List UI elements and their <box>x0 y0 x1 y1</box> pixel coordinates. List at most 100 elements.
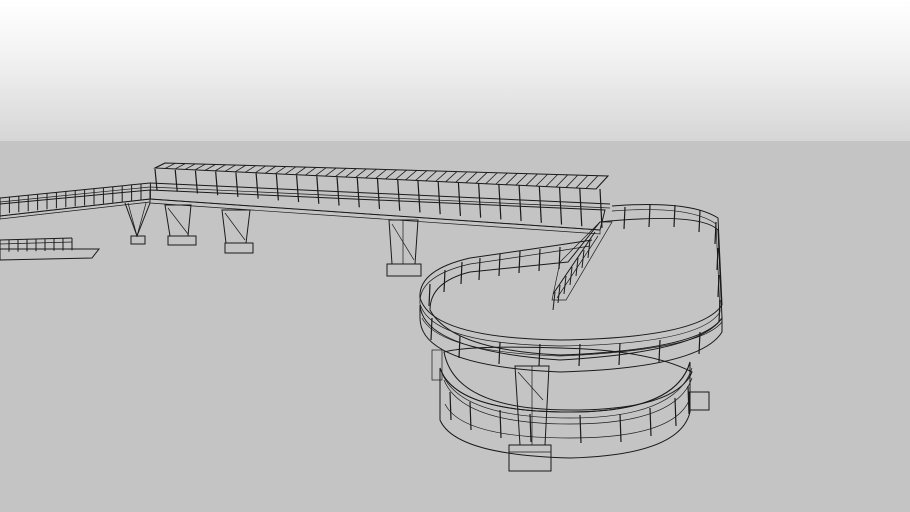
canopy-column <box>295 175 300 203</box>
canopy-slat <box>305 167 317 176</box>
canopy-slat <box>295 166 307 176</box>
canopy-column <box>275 174 279 201</box>
railing-post <box>498 253 501 277</box>
railing-post <box>578 343 581 367</box>
canopy-slat <box>465 171 478 184</box>
canopy-slat <box>194 163 206 171</box>
canopy-slat <box>575 175 589 189</box>
railing-post <box>499 409 502 439</box>
left-railing-posts <box>0 182 151 214</box>
small-left-deck <box>0 237 101 261</box>
canopy-columns <box>154 168 603 229</box>
railing-post <box>430 317 433 341</box>
canopy-column <box>478 183 482 218</box>
canopy-column <box>194 170 199 194</box>
railing-post <box>428 283 431 307</box>
railing-post <box>538 248 541 272</box>
bridge-model <box>0 162 723 472</box>
canopy-column <box>235 172 239 197</box>
railing-post <box>673 204 676 228</box>
railing-post <box>581 249 585 269</box>
canopy-column <box>417 180 421 213</box>
canopy-slat <box>385 169 397 180</box>
railing-post <box>518 250 521 274</box>
piers <box>124 202 422 277</box>
railing-post <box>648 204 651 228</box>
railing-post <box>460 261 463 285</box>
canopy-slat <box>355 168 367 178</box>
canopy-slat <box>244 165 256 173</box>
canopy-slat <box>315 167 327 176</box>
pier-4 <box>386 219 422 277</box>
canopy-column <box>437 181 441 215</box>
canopy-slat <box>184 163 196 170</box>
canopy-column <box>457 182 462 216</box>
railing-post <box>714 221 717 245</box>
canopy-column <box>154 168 158 191</box>
canopy-column <box>579 188 583 227</box>
canopy-slat <box>285 166 297 175</box>
canopy-slat <box>595 175 609 190</box>
canopy-column <box>498 184 502 220</box>
canopy-slat <box>525 173 538 186</box>
railing-post <box>658 339 661 363</box>
railing-post <box>458 335 461 359</box>
canopy-slat <box>204 164 216 171</box>
canopy-slat <box>485 172 498 185</box>
canopy-slat <box>174 163 186 170</box>
railing-post <box>674 397 677 427</box>
pier-2 <box>164 204 197 246</box>
canopy-slat <box>275 166 287 175</box>
canopy-slat <box>555 174 569 188</box>
spiral-ramp <box>419 204 723 472</box>
canopy-slat <box>435 170 448 182</box>
canopy-slat <box>515 173 528 186</box>
railing-post <box>498 341 501 365</box>
railing-post <box>619 413 622 443</box>
canopy-slat <box>395 169 407 180</box>
ramp-railing-posts <box>428 204 721 444</box>
canopy-slat <box>405 170 417 181</box>
canopy-slat <box>455 171 468 183</box>
canopy-slat <box>475 172 488 184</box>
railing-post <box>579 414 582 444</box>
canopy-slat <box>234 165 246 173</box>
canopy-slat <box>505 173 518 185</box>
canopy-slat <box>545 174 558 187</box>
railing-post <box>478 257 481 281</box>
canopy-slat <box>345 168 357 178</box>
railing-post <box>698 209 701 233</box>
canopy-slat <box>445 171 458 183</box>
canopy-slat <box>214 164 226 172</box>
railing-post <box>558 246 561 270</box>
canopy-slat <box>415 170 428 181</box>
canopy-slat <box>325 167 337 177</box>
canopy-slat <box>495 172 508 185</box>
canopy-slats <box>154 162 609 190</box>
pier-1 <box>124 202 151 245</box>
railing-post <box>469 401 472 431</box>
canopy-slat <box>265 165 276 174</box>
canopy-slat <box>154 162 166 169</box>
railing-post <box>529 413 532 443</box>
canopy-slat <box>335 168 347 177</box>
railing-post <box>718 299 721 323</box>
canopy-slat <box>565 174 579 188</box>
model-viewport[interactable] <box>0 0 910 512</box>
left-walkway <box>0 182 151 220</box>
pier-3 <box>221 209 254 254</box>
canopy-slat <box>224 164 236 172</box>
railing-post <box>618 342 621 366</box>
canopy-column <box>316 176 320 204</box>
railing-post <box>649 407 652 437</box>
canopy-slat <box>585 175 599 189</box>
canopy-column <box>376 178 381 210</box>
canopy-column <box>397 179 401 211</box>
canopy-column <box>215 171 219 196</box>
canopy-column <box>518 185 522 222</box>
canopy-slat <box>375 169 387 179</box>
canopy-slat <box>255 165 266 174</box>
canopy-slat <box>164 162 176 169</box>
canopy-slat <box>425 170 438 182</box>
railing-post <box>443 269 446 293</box>
